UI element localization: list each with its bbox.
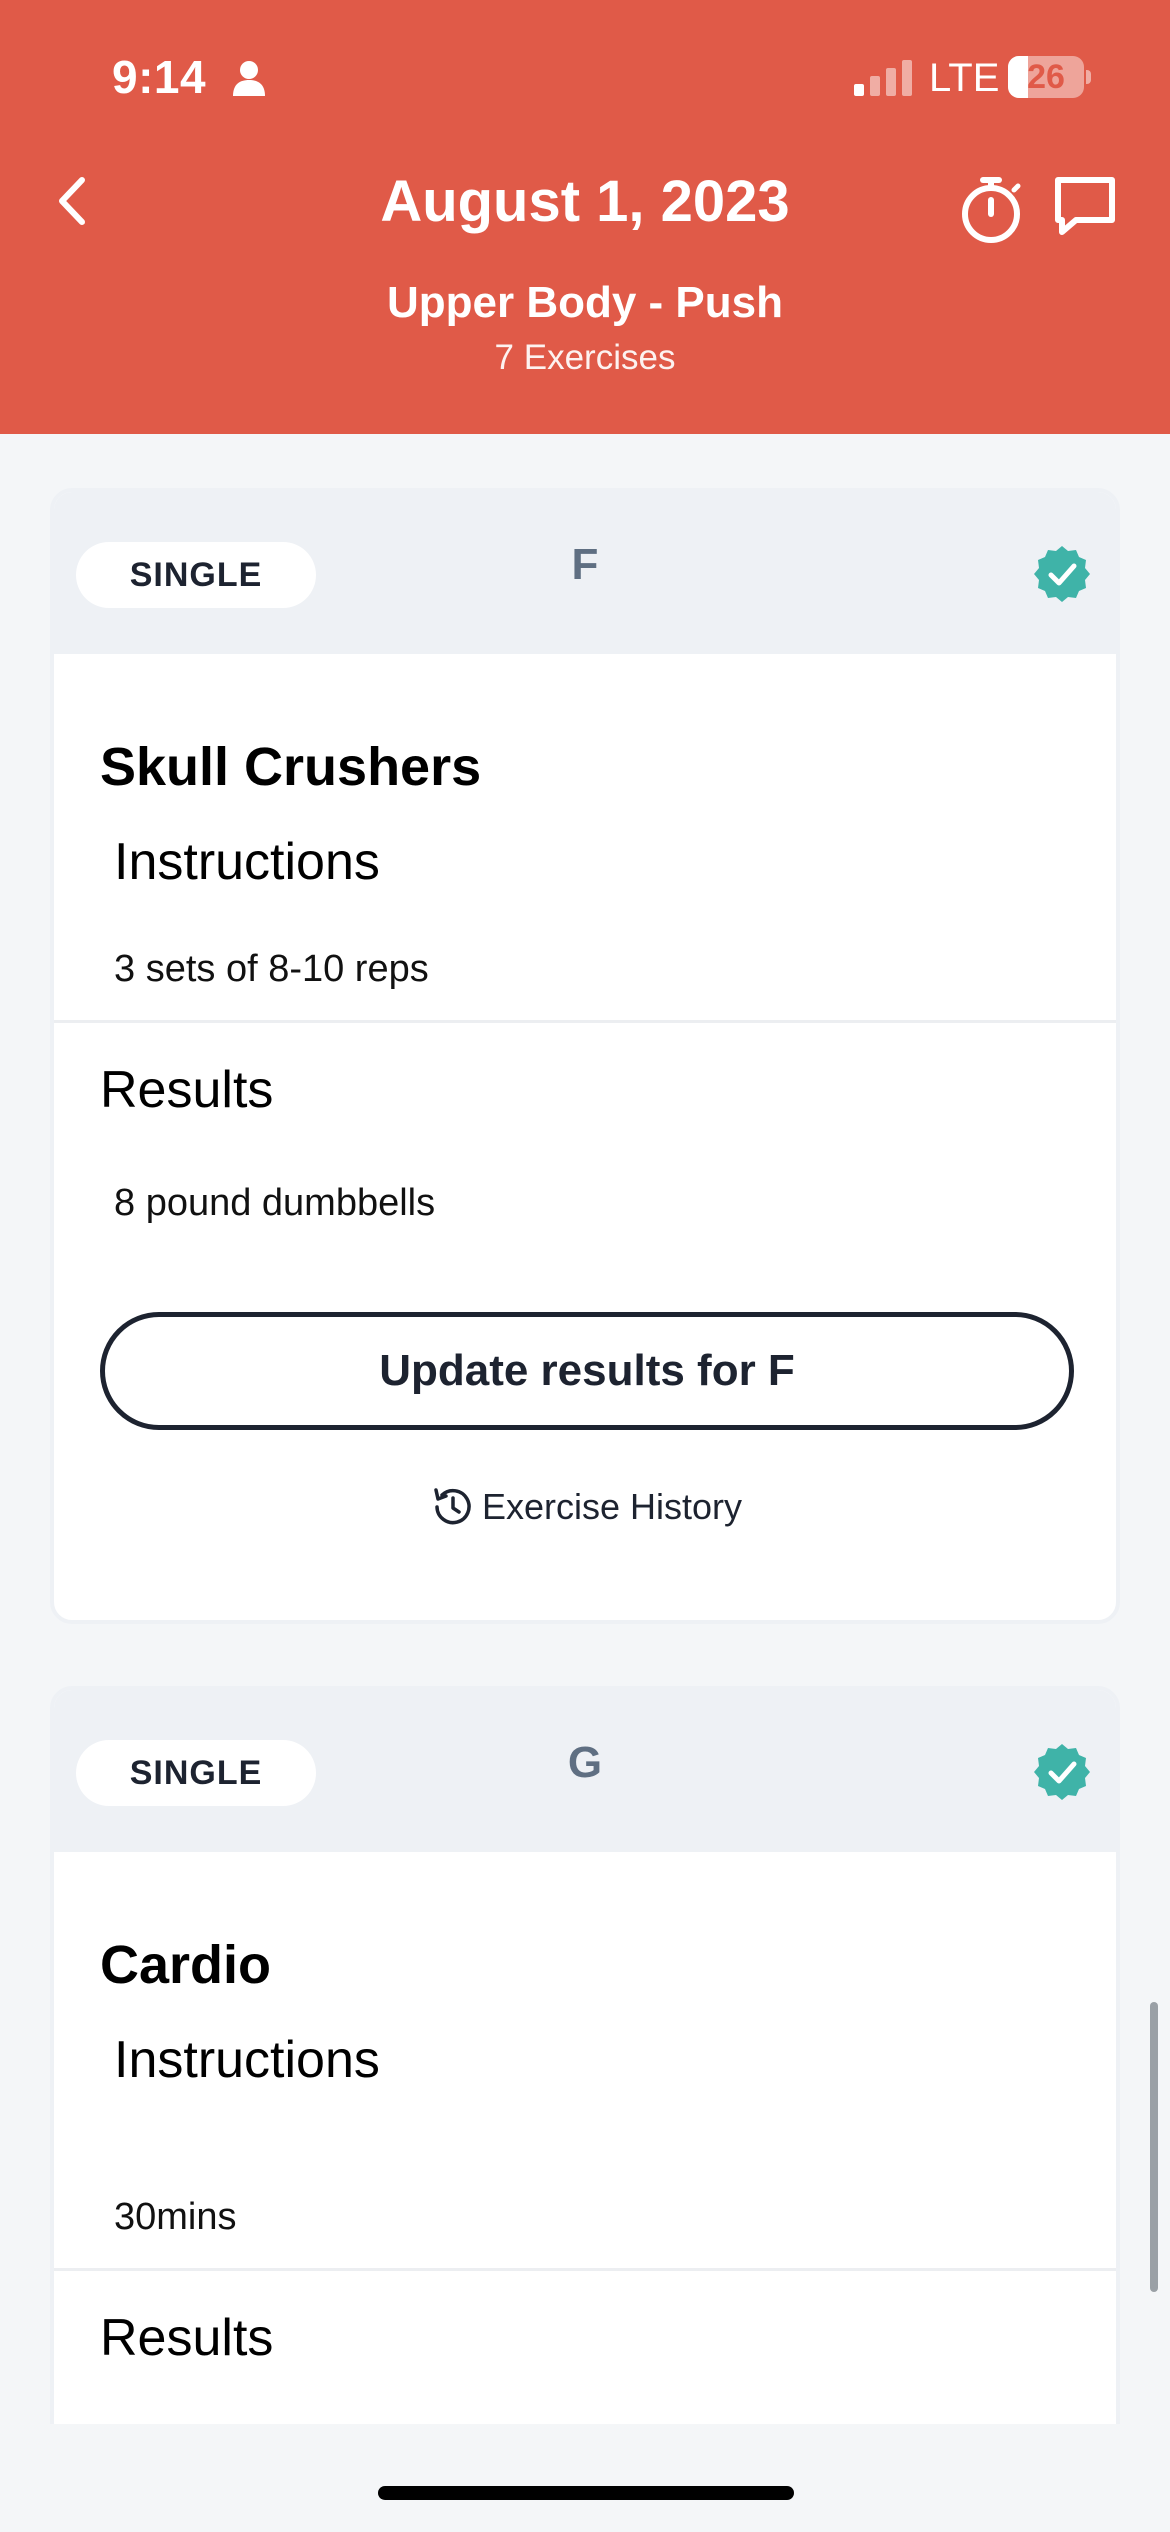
results-title: Results (100, 1061, 274, 1119)
exercise-card: SINGLE G Cardio Instructions 30mins Resu… (50, 1686, 1120, 2486)
header: 9:14 LTE 26 August 1, 2023 Upper Body - … (0, 0, 1170, 434)
exercise-history-link[interactable]: Exercise History (54, 1482, 1116, 1537)
exercise-name: Skull Crushers (100, 737, 482, 797)
stopwatch-icon[interactable] (956, 172, 1026, 246)
exercise-letter: G (567, 1738, 603, 1787)
network-label: LTE (929, 56, 1000, 100)
bottom-safe-area (0, 2424, 1170, 2532)
home-indicator[interactable] (378, 2486, 794, 2500)
exercise-count: 7 Exercises (494, 338, 676, 377)
update-results-button[interactable]: Update results for F (100, 1312, 1074, 1430)
instructions-text: 30mins (114, 2196, 237, 2238)
status-bar: 9:14 LTE 26 (0, 0, 1170, 150)
workout-name: Upper Body - Push (386, 278, 784, 327)
exercise-name: Cardio (100, 1935, 272, 1995)
status-time: 9:14 (112, 51, 207, 103)
scrollbar[interactable] (1150, 2002, 1158, 2292)
card-header: SINGLE F (54, 492, 1116, 654)
exercise-history-label: Exercise History (481, 1486, 743, 1527)
battery-icon: 26 (1008, 56, 1091, 98)
exercise-card: SINGLE F Skull Crushers Instructions 3 s… (50, 488, 1120, 1624)
verified-check-icon (1034, 546, 1090, 602)
instructions-title: Instructions (114, 833, 380, 891)
card-header: SINGLE G (54, 1690, 1116, 1852)
history-clock-icon (434, 1488, 471, 1525)
exercise-letter: F (571, 540, 599, 589)
workout-detail-screen: 9:14 LTE 26 August 1, 2023 Upper Body - … (0, 0, 1170, 2532)
instructions-text: 3 sets of 8-10 reps (114, 948, 429, 990)
person-icon (233, 61, 265, 96)
chat-bubble-icon[interactable] (1050, 172, 1120, 242)
divider (54, 2268, 1116, 2271)
signal-icon (854, 60, 912, 96)
results-text: 8 pound dumbbells (114, 1182, 436, 1224)
divider (54, 1020, 1116, 1023)
results-title: Results (100, 2309, 274, 2367)
verified-check-icon (1034, 1744, 1090, 1800)
battery-percent: 26 (1027, 58, 1065, 96)
instructions-title: Instructions (114, 2031, 380, 2089)
